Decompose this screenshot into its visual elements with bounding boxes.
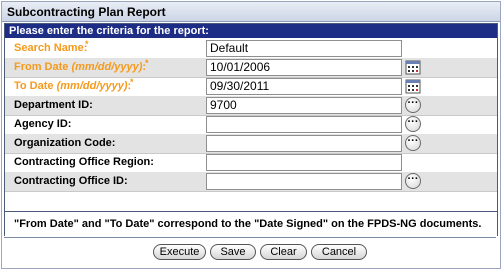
criteria-header-text: Please enter the criteria for the report… bbox=[9, 25, 209, 37]
agency-id-label: Agency ID: bbox=[14, 118, 72, 130]
contracting-office-region-label: Contracting Office Region: bbox=[14, 156, 154, 168]
execute-button[interactable]: Execute bbox=[153, 244, 206, 260]
contracting-office-id-lookup-button[interactable]: ··· bbox=[405, 173, 421, 189]
agency-id-row: Agency ID: ··· bbox=[5, 115, 497, 135]
cancel-button[interactable]: Cancel bbox=[311, 244, 367, 260]
criteria-panel: Please enter the criteria for the report… bbox=[4, 23, 498, 236]
window-title: Subcontracting Plan Report bbox=[7, 5, 166, 19]
required-star: * bbox=[85, 39, 89, 49]
required-star: * bbox=[145, 58, 149, 68]
organization-code-label: Organization Code: bbox=[14, 137, 116, 149]
save-button[interactable]: Save bbox=[210, 244, 256, 260]
from-date-row: From Date (mm/dd/yyyy): * 10/01/2006 bbox=[5, 58, 497, 78]
calendar-icon[interactable] bbox=[405, 59, 421, 75]
agency-id-input[interactable] bbox=[206, 116, 402, 133]
contracting-office-id-input[interactable] bbox=[206, 173, 402, 190]
to-date-row: To Date (mm/dd/yyyy): * 09/30/2011 bbox=[5, 77, 497, 97]
from-date-input[interactable]: 10/01/2006 bbox=[206, 59, 402, 76]
search-name-input[interactable]: Default bbox=[206, 40, 402, 57]
date-note: "From Date" and "To Date" correspond to … bbox=[5, 211, 497, 236]
department-id-lookup-button[interactable]: ··· bbox=[405, 97, 421, 113]
required-star: * bbox=[130, 77, 134, 87]
report-window: Subcontracting Plan Report Please enter … bbox=[1, 1, 501, 269]
contracting-office-region-input[interactable] bbox=[206, 154, 402, 171]
clear-button[interactable]: Clear bbox=[260, 244, 307, 260]
contracting-office-id-label: Contracting Office ID: bbox=[14, 175, 128, 187]
department-id-label: Department ID: bbox=[14, 99, 93, 111]
title-bar: Subcontracting Plan Report bbox=[2, 2, 500, 22]
agency-id-lookup-button[interactable]: ··· bbox=[405, 116, 421, 132]
organization-code-lookup-button[interactable]: ··· bbox=[405, 135, 421, 151]
organization-code-row: Organization Code: ··· bbox=[5, 134, 497, 154]
calendar-icon[interactable] bbox=[405, 78, 421, 94]
button-bar: Execute Save Clear Cancel bbox=[4, 237, 496, 267]
date-note-text: "From Date" and "To Date" correspond to … bbox=[14, 218, 482, 230]
organization-code-input[interactable] bbox=[206, 135, 402, 152]
search-name-label: Search Name: bbox=[14, 42, 88, 54]
search-name-row: Search Name: * Default bbox=[5, 39, 497, 59]
criteria-header: Please enter the criteria for the report… bbox=[5, 24, 497, 38]
contracting-office-region-row: Contracting Office Region: bbox=[5, 153, 497, 173]
to-date-input[interactable]: 09/30/2011 bbox=[206, 78, 402, 95]
from-date-label: From Date (mm/dd/yyyy): bbox=[14, 61, 147, 73]
department-id-row: Department ID: 9700 ··· bbox=[5, 96, 497, 116]
department-id-input[interactable]: 9700 bbox=[206, 97, 402, 114]
contracting-office-id-row: Contracting Office ID: ··· bbox=[5, 172, 497, 192]
to-date-label: To Date (mm/dd/yyyy): bbox=[14, 80, 132, 92]
